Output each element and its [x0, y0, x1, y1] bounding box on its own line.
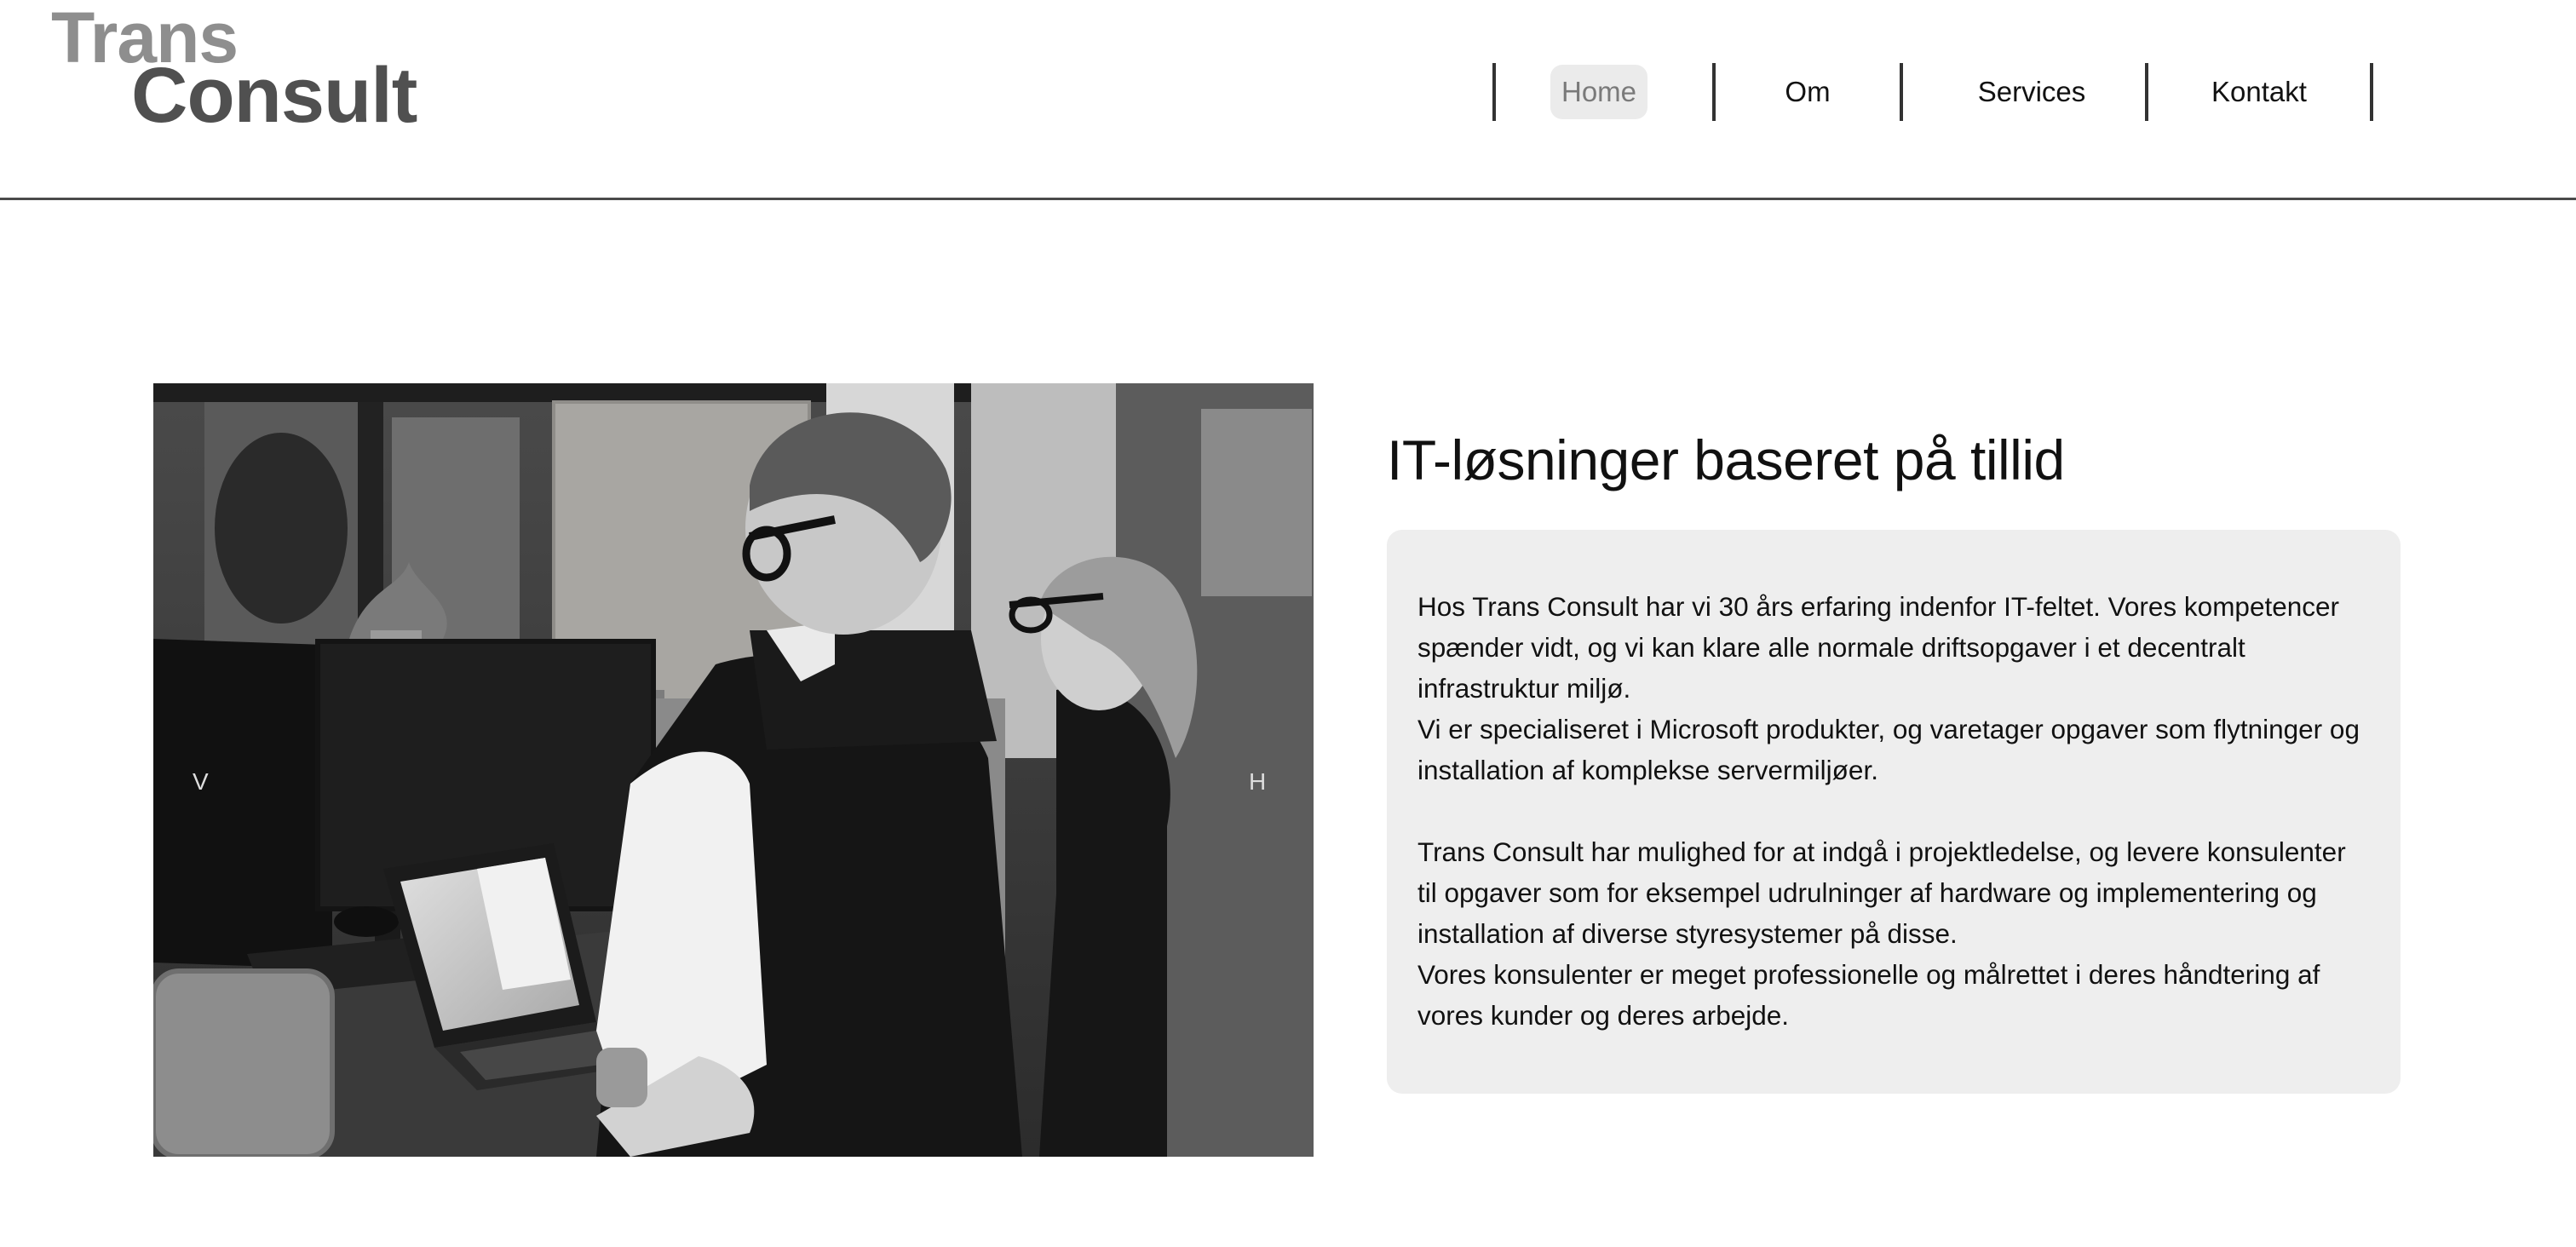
slider-prev-button[interactable]: V — [193, 768, 209, 796]
main-nav: Home Om Services Kontakt — [1492, 63, 2375, 123]
paragraph: Trans Consult har mulighed for at indgå … — [1417, 836, 2346, 949]
paragraph: Hos Trans Consult har vi 30 års erfaring… — [1417, 591, 2340, 704]
nav-divider — [2145, 63, 2148, 121]
paragraph-spacer — [1417, 790, 2370, 831]
nav-divider — [1712, 63, 1716, 121]
logo[interactable]: Trans Consult — [49, 0, 417, 136]
slider-next-button[interactable]: H — [1249, 768, 1266, 796]
page-title: IT-løsninger baseret på tillid — [1387, 428, 2065, 491]
intro-text-box: Hos Trans Consult har vi 30 års erfaring… — [1387, 530, 2401, 1094]
nav-divider — [2370, 63, 2373, 121]
nav-divider — [1900, 63, 1903, 121]
office-photo — [153, 383, 1314, 1157]
nav-item-om[interactable]: Om — [1757, 65, 1859, 119]
nav-item-services[interactable]: Services — [1934, 65, 2130, 119]
nav-item-home[interactable]: Home — [1550, 65, 1647, 119]
logo-text-consult: Consult — [131, 52, 417, 139]
paragraph: Vores konsulenter er meget professionell… — [1417, 959, 2320, 1031]
paragraph: Vi er specialiseret i Microsoft produkte… — [1417, 714, 2360, 785]
site-header: Trans Consult Home Om Services Kontakt — [0, 0, 2576, 200]
nav-item-kontakt[interactable]: Kontakt — [2174, 65, 2344, 119]
nav-divider — [1492, 63, 1496, 121]
header-divider — [0, 198, 2576, 200]
